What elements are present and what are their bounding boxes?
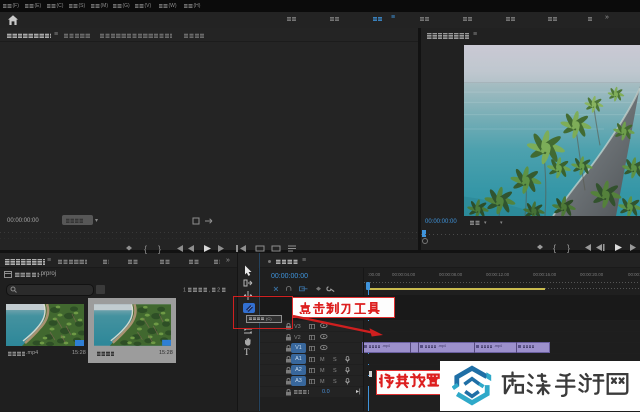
svg-text:}: }: [158, 244, 161, 254]
svg-text:}: }: [567, 243, 570, 253]
svg-text:{: {: [553, 243, 556, 253]
svg-text:{: {: [144, 244, 147, 254]
